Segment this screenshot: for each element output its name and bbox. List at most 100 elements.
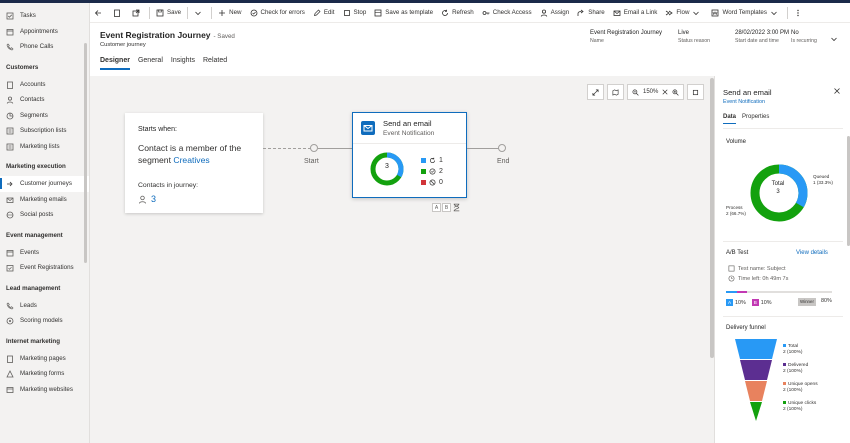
legend-label: Unique opens [788, 382, 818, 387]
ab-test-name: Test name: Subject [728, 265, 786, 272]
sidebar-item-events[interactable]: Events [0, 245, 89, 261]
segment-trigger-tile[interactable]: Starts when: Contact is a member of the … [125, 113, 263, 213]
legend-label: Unique clicks [788, 401, 817, 406]
check-access-button[interactable]: Check Access [478, 3, 536, 23]
fit-screen-icon [693, 89, 699, 95]
ab-chip-a[interactable]: A [432, 203, 441, 212]
save-as-template-button[interactable]: Save as template [370, 3, 437, 23]
view-details-link[interactable]: View details [796, 250, 828, 256]
segment-link[interactable]: Creatives [173, 155, 209, 165]
sidebar-group-marketing-execution: Marketing execution [6, 163, 66, 170]
divider [187, 6, 189, 19]
header-field-value: 28/02/2022 3:00 PM [735, 30, 790, 36]
flow-button[interactable]: Flow [661, 3, 707, 23]
email-tile-subtitle: Event Notification [383, 130, 435, 137]
header-expand-chevron-icon[interactable] [830, 35, 838, 43]
share-icon [577, 9, 584, 16]
sidebar-item-social-posts[interactable]: Social posts [0, 207, 89, 223]
header-field-name: Event Registration Journey Name [590, 30, 662, 44]
legend-swatch [421, 180, 426, 185]
divider [723, 316, 843, 317]
tab-designer[interactable]: Designer [100, 57, 130, 70]
hourglass-icon [453, 203, 460, 212]
expand-button[interactable] [587, 84, 604, 100]
legend-swatch [421, 169, 426, 174]
map-view-button[interactable] [607, 84, 624, 100]
back-button[interactable] [90, 3, 109, 23]
ab-winner-tag: Winner [798, 298, 816, 306]
zoom-level: 150% [643, 89, 659, 95]
record-header: Event Registration Journey - Saved Custom… [90, 23, 850, 73]
end-node[interactable] [498, 144, 506, 152]
expand-icon [592, 89, 599, 95]
funnel-legend-total: Total 2 (100%) [783, 344, 802, 356]
sidebar-item-segments[interactable]: Segments [0, 108, 89, 124]
refresh-button[interactable]: Refresh [437, 3, 478, 23]
assign-button[interactable]: Assign [536, 3, 574, 23]
sidebar-item-scoring-models[interactable]: Scoring models [0, 313, 89, 329]
sidebar-item-marketing-websites[interactable]: Marketing websites [0, 382, 89, 398]
sidebar-item-accounts[interactable]: Accounts [0, 77, 89, 93]
volume-heading: Volume [726, 139, 747, 145]
phone-icon [6, 301, 14, 309]
tab-related[interactable]: Related [203, 57, 227, 70]
sidebar-item-leads[interactable]: Leads [0, 298, 89, 314]
mail-icon [363, 125, 373, 132]
word-templates-button[interactable]: Word Templates [707, 3, 784, 23]
save-button[interactable]: Save [152, 3, 185, 23]
sidebar-item-phone-calls[interactable]: Phone Calls [0, 39, 89, 55]
person-icon [540, 9, 547, 17]
sidebar-item-marketing-lists[interactable]: Marketing lists [0, 139, 89, 155]
email-link-button[interactable]: Email a Link [609, 3, 662, 23]
sidebar-item-marketing-forms[interactable]: Marketing forms [0, 366, 89, 382]
popout-icon [132, 9, 140, 16]
contacts-in-journey-link[interactable]: 3 [138, 194, 156, 204]
sidebar-item-appointments[interactable]: Appointments [0, 24, 89, 40]
sidebar-item-event-registrations[interactable]: Event Registrations [0, 260, 89, 276]
reset-zoom-icon[interactable] [662, 89, 668, 95]
tab-data[interactable]: Data [723, 114, 737, 124]
tab-general[interactable]: General [138, 57, 163, 70]
send-email-tile[interactable]: Send an email Event Notification 3 1 2 0 [352, 112, 467, 198]
close-icon[interactable] [833, 87, 841, 95]
check-errors-button[interactable]: Check for errors [246, 3, 309, 23]
tab-insights[interactable]: Insights [171, 57, 195, 70]
zoom-out-icon[interactable] [632, 89, 639, 96]
sidebar-item-tasks[interactable]: Tasks [0, 8, 89, 24]
stat-blocked: 0 [421, 177, 443, 188]
funnel-stage-total [735, 339, 777, 359]
start-node[interactable] [310, 144, 318, 152]
journey-designer-canvas[interactable]: 150% Starts when: Contact is a member of… [90, 76, 714, 443]
tasks-icon [6, 12, 14, 20]
more-commands-button[interactable] [790, 3, 809, 23]
panel-subtitle-link[interactable]: Event Notification [723, 99, 765, 105]
sidebar-item-marketing-pages[interactable]: Marketing pages [0, 351, 89, 367]
sidebar-item-contacts[interactable]: Contacts [0, 92, 89, 108]
fit-to-screen-button[interactable] [687, 84, 705, 100]
list-icon [6, 127, 14, 135]
form-view-button[interactable] [109, 3, 128, 23]
stop-button[interactable]: Stop [339, 3, 371, 23]
zoom-in-icon[interactable] [672, 89, 679, 96]
ab-chip-b[interactable]: B [442, 203, 451, 212]
volume-total-label: Total [771, 181, 785, 187]
sidebar-item-label: Leads [20, 301, 37, 309]
header-field-value: Event Registration Journey [590, 30, 663, 36]
sidebar-item-customer-journeys[interactable]: Customer journeys [0, 176, 89, 192]
edit-button[interactable]: Edit [309, 3, 339, 23]
email-tile-title: Send an email [383, 119, 432, 128]
sidebar-item-label: Marketing pages [20, 354, 66, 362]
new-button[interactable]: New [214, 3, 245, 23]
save-menu-chevron[interactable] [190, 3, 209, 23]
share-button[interactable]: Share [573, 3, 609, 23]
record-entity-name: Customer journey [100, 42, 146, 48]
volume-legend-queued: Queued 1 (33.3%) [813, 174, 833, 186]
sidebar-item-marketing-emails[interactable]: Marketing emails [0, 192, 89, 208]
open-new-window-button[interactable] [128, 3, 147, 23]
zoom-control[interactable]: 150% [627, 84, 685, 100]
ab-split-a [726, 291, 737, 293]
dashed-connector [263, 148, 311, 149]
tab-properties[interactable]: Properties [742, 114, 769, 124]
sidebar-item-subscription-lists[interactable]: Subscription lists [0, 123, 89, 139]
sidebar-scrollbar[interactable] [84, 43, 87, 263]
